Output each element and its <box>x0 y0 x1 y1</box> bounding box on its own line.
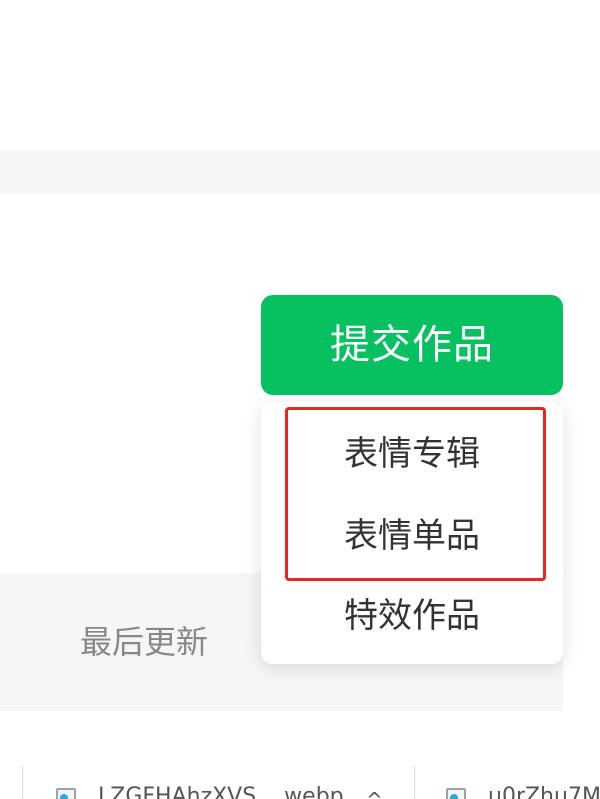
strip-divider <box>414 766 415 799</box>
page: 提交作品 最后更新 表情专辑 表情单品 特效作品 LZGFHAhzXVS....… <box>0 0 600 799</box>
file-name[interactable]: LZGFHAhzXVS....webp <box>98 784 344 799</box>
column-header-last-updated[interactable]: 最后更新 <box>80 620 208 664</box>
chevron-up-icon[interactable]: ^ <box>366 788 383 799</box>
submit-work-button[interactable]: 提交作品 <box>261 295 563 395</box>
image-file-icon <box>446 788 466 799</box>
submit-dropdown-menu: 表情专辑 表情单品 特效作品 <box>261 402 563 664</box>
top-band <box>0 150 600 194</box>
image-file-icon <box>56 788 76 799</box>
menu-item-effect-work[interactable]: 特效作品 <box>261 586 563 646</box>
file-name[interactable]: u0rZhu7M <box>488 784 600 799</box>
strip-divider <box>22 766 23 799</box>
download-bar: LZGFHAhzXVS....webp ^ u0rZhu7M <box>0 760 600 799</box>
menu-item-emoji-single[interactable]: 表情单品 <box>261 506 563 566</box>
menu-item-emoji-album[interactable]: 表情专辑 <box>261 424 563 484</box>
